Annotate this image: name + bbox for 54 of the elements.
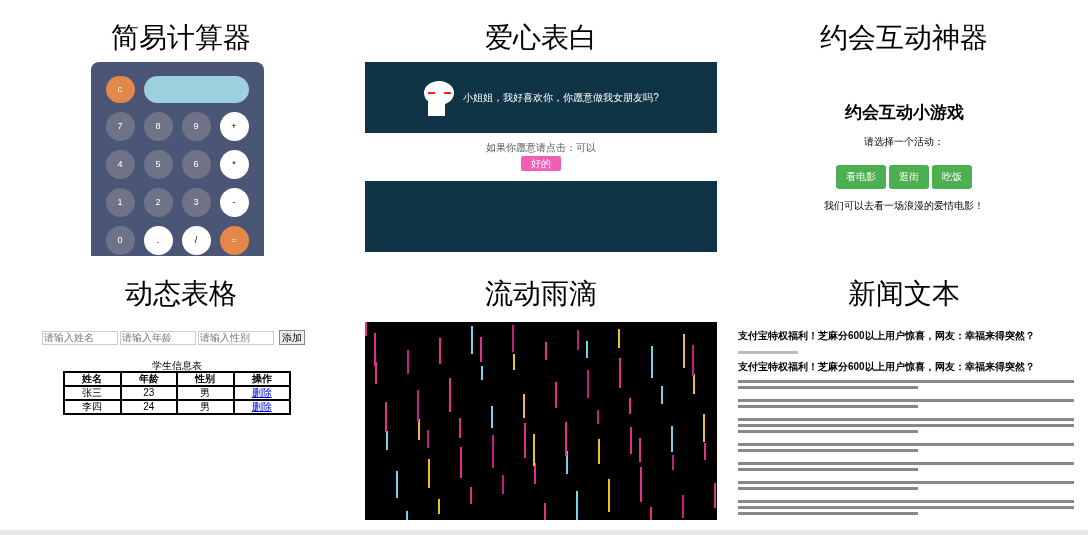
activity-button[interactable]: 看电影 bbox=[836, 164, 886, 189]
love-message: 小姐姐，我好喜欢你，你愿意做我女朋友吗? bbox=[463, 91, 659, 105]
calculator-key[interactable]: / bbox=[181, 226, 211, 255]
calculator-key[interactable]: + bbox=[219, 112, 249, 141]
column-header: 操作 bbox=[233, 372, 290, 386]
demo-title: 新闻文本 bbox=[848, 280, 960, 308]
news-headline: 支付宝特权福利！芝麻分600以上用户惊喜，网友：幸福来得突然？ bbox=[738, 330, 1036, 343]
table-cell: 男 bbox=[177, 400, 234, 414]
result-text: 我们可以去看一场浪漫的爱情电影！ bbox=[824, 198, 984, 213]
input-field[interactable]: 请输入年龄 bbox=[120, 330, 196, 345]
column-header: 性别 bbox=[177, 372, 234, 386]
calculator-key[interactable]: 6 bbox=[181, 150, 211, 179]
demo-title: 流动雨滴 bbox=[485, 280, 597, 308]
calculator-key[interactable]: 8 bbox=[143, 112, 173, 141]
calculator-key[interactable]: c bbox=[105, 76, 135, 103]
prompt-text: 如果你愿意请点击：可以 bbox=[486, 143, 596, 153]
table-caption: 学生信息表 bbox=[152, 361, 202, 371]
news-subheading: 支付宝特权福利！芝麻分600以上用户惊喜，网友：幸福来得突然？ bbox=[738, 361, 1036, 372]
table-cell: 李四 bbox=[64, 400, 121, 414]
column-header: 姓名 bbox=[64, 372, 121, 386]
calculator-key[interactable]: 9 bbox=[181, 112, 211, 141]
date-line-drawing bbox=[738, 350, 798, 355]
calculator-key[interactable]: 7 bbox=[105, 112, 135, 141]
calculator-key[interactable]: * bbox=[219, 150, 249, 179]
demo-title: 动态表格 bbox=[125, 280, 237, 308]
demo-title: 约会互动神器 bbox=[820, 24, 988, 52]
calculator-key[interactable]: 2 bbox=[143, 188, 173, 217]
calculator-display[interactable] bbox=[143, 76, 249, 103]
calculator-key[interactable]: . bbox=[143, 226, 173, 255]
calculator-key[interactable]: 4 bbox=[105, 150, 135, 179]
demo-title: 简易计算器 bbox=[111, 24, 251, 52]
delete-link[interactable]: 删除 bbox=[251, 387, 272, 398]
calculator-key[interactable]: 5 bbox=[143, 150, 173, 179]
input-field[interactable]: 请输入性别 bbox=[198, 330, 274, 345]
calculator-key[interactable]: 3 bbox=[181, 188, 211, 217]
prompt-text: 请选择一个活动： bbox=[864, 134, 944, 149]
calculator-key[interactable]: 1 bbox=[105, 188, 135, 217]
game-heading: 约会互动小游戏 bbox=[844, 102, 964, 124]
table-cell: 张三 bbox=[64, 386, 121, 400]
table-cell: 23 bbox=[120, 386, 177, 400]
activity-button[interactable]: 逛街 bbox=[889, 164, 929, 189]
add-button[interactable]: 添加 bbox=[279, 330, 305, 345]
calculator-key[interactable]: = bbox=[219, 226, 249, 255]
calculator-key[interactable]: 0 bbox=[105, 226, 135, 255]
shy-figure-icon bbox=[423, 79, 456, 116]
table-cell: 24 bbox=[120, 400, 177, 414]
table-cell: 男 bbox=[177, 386, 234, 400]
confirm-button[interactable]: 好的 bbox=[521, 156, 561, 171]
demo-title: 爱心表白 bbox=[485, 24, 597, 52]
delete-link[interactable]: 删除 bbox=[251, 401, 272, 412]
activity-button[interactable]: 吃饭 bbox=[932, 164, 972, 189]
input-field[interactable]: 请输入姓名 bbox=[42, 330, 118, 345]
column-header: 年龄 bbox=[120, 372, 177, 386]
calculator-key[interactable]: - bbox=[219, 188, 249, 217]
